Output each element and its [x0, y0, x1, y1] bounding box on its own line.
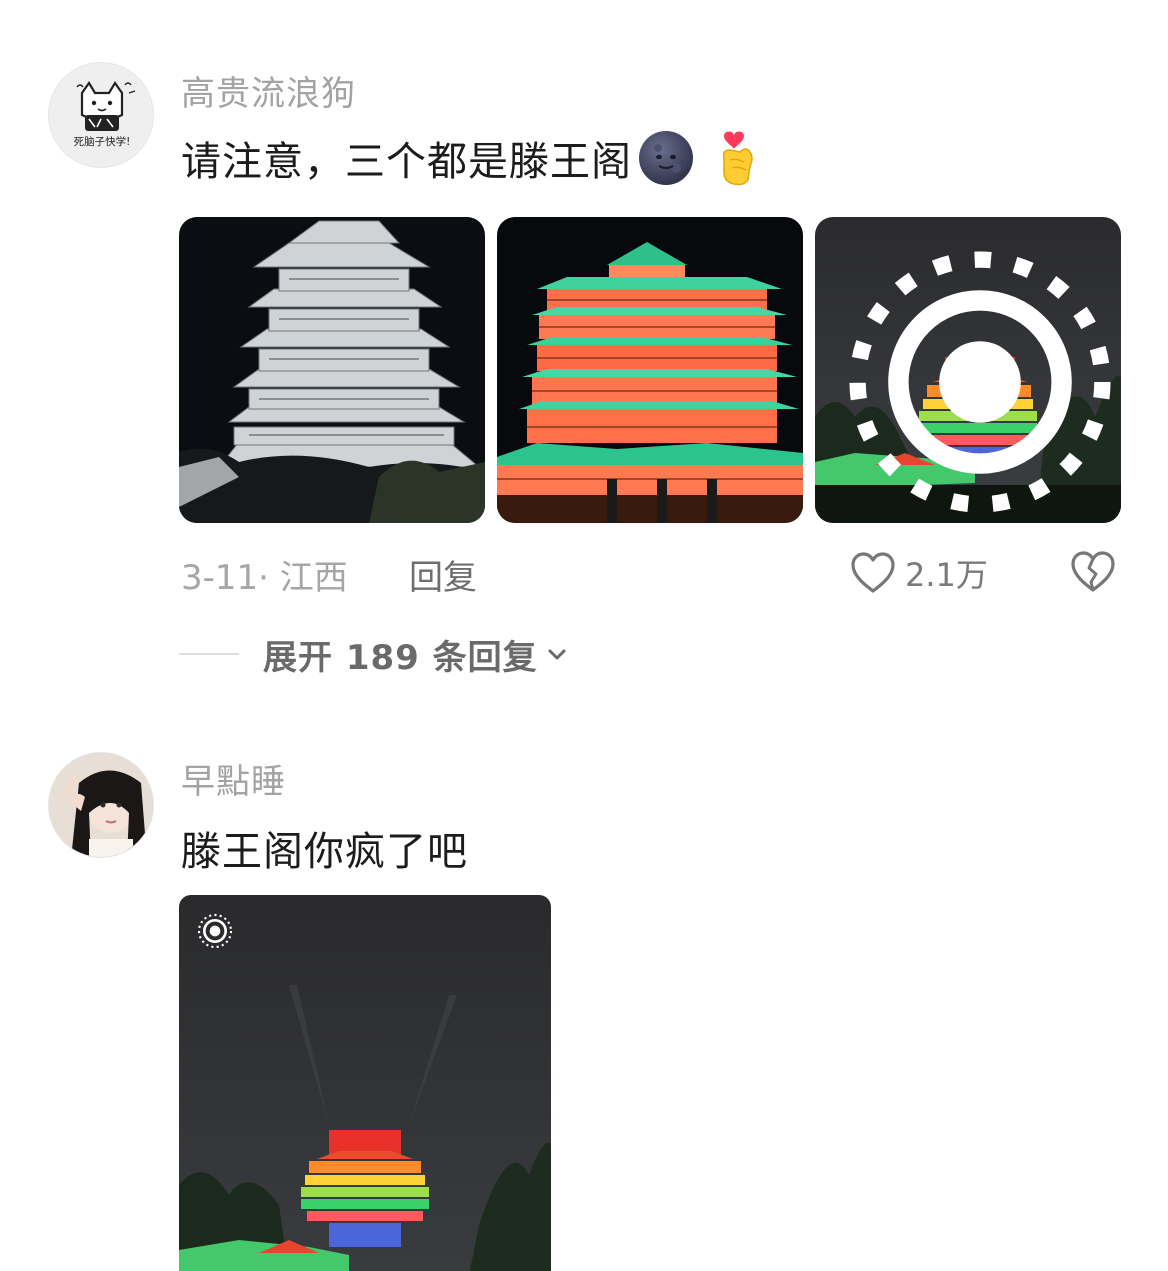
comment-meta: 3-11· 江西 回复 2.1万: [181, 550, 1141, 599]
new-moon-face-icon: [639, 131, 693, 185]
expand-replies[interactable]: 展开 189 条回复: [179, 630, 570, 679]
like-button[interactable]: 2.1万: [849, 550, 988, 596]
tower-night-white-image: [179, 217, 485, 523]
user-photo-icon: [49, 753, 153, 857]
expand-replies-label[interactable]: 展开 189 条回复: [263, 630, 538, 679]
broken-heart-icon: [1071, 551, 1115, 592]
live-photo-icon: [849, 251, 1111, 513]
live-photo-icon: [197, 913, 233, 949]
finger-heart-icon: [722, 131, 753, 186]
avatar[interactable]: [48, 752, 154, 858]
avatar[interactable]: 死脑子快学!: [48, 62, 154, 168]
photo-thumbnail[interactable]: [179, 895, 551, 1271]
photo-thumbnail[interactable]: [179, 217, 485, 523]
divider-line: [179, 653, 239, 655]
date-location: 3-11· 江西: [181, 550, 348, 599]
svg-text:死脑子快学!: 死脑子快学!: [74, 135, 131, 148]
username[interactable]: 高贵流浪狗: [181, 66, 356, 115]
tower-rainbow-live-large-image: [179, 895, 551, 1271]
tower-night-colorful-image: [497, 217, 803, 523]
photo-thumbnail[interactable]: [497, 217, 803, 523]
comment-text-body: 请注意，三个都是滕王阁: [181, 139, 632, 185]
comment-date: 3-11: [181, 558, 259, 598]
like-count: 2.1万: [905, 556, 988, 594]
chevron-down-icon: [548, 649, 566, 660]
comment-text: 请注意，三个都是滕王阁: [181, 130, 760, 186]
reply-button[interactable]: 回复: [409, 550, 477, 599]
dislike-button[interactable]: [1069, 550, 1117, 596]
comment-text: 滕王阁你疯了吧: [181, 820, 468, 876]
comment-text-body: 滕王阁你疯了吧: [181, 829, 468, 875]
photo-thumbnail[interactable]: [815, 217, 1121, 523]
separator-dot: ·: [258, 558, 280, 598]
cat-sticker-icon: 死脑子快学!: [49, 63, 153, 167]
comment-location: 江西: [279, 558, 348, 598]
heart-outline-icon: [851, 552, 895, 593]
username[interactable]: 早點睡: [181, 754, 286, 803]
